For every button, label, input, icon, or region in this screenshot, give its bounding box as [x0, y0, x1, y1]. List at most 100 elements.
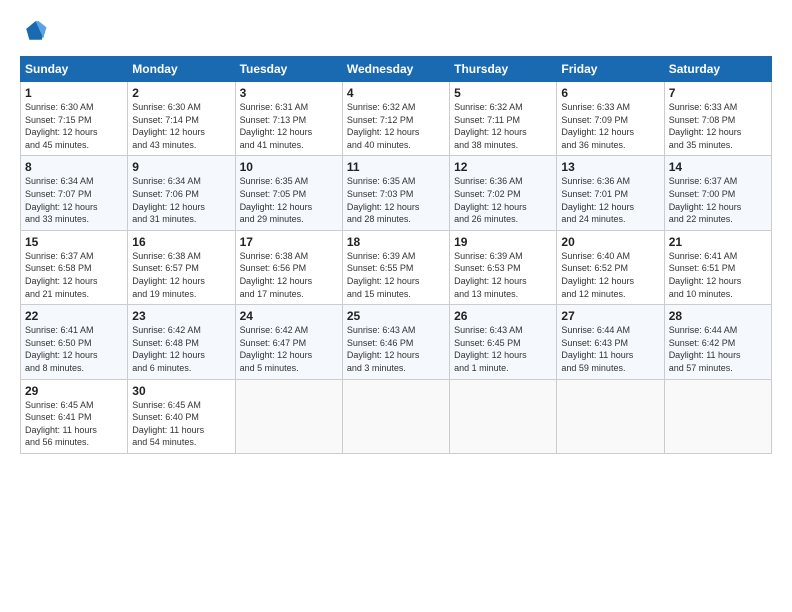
day-number: 6	[561, 86, 659, 100]
calendar-cell: 25Sunrise: 6:43 AM Sunset: 6:46 PM Dayli…	[342, 305, 449, 379]
day-number: 2	[132, 86, 230, 100]
day-number: 17	[240, 235, 338, 249]
day-info: Sunrise: 6:37 AM Sunset: 7:00 PM Dayligh…	[669, 175, 767, 225]
calendar-cell: 20Sunrise: 6:40 AM Sunset: 6:52 PM Dayli…	[557, 230, 664, 304]
day-number: 29	[25, 384, 123, 398]
calendar-cell: 2Sunrise: 6:30 AM Sunset: 7:14 PM Daylig…	[128, 82, 235, 156]
calendar-week-1: 1Sunrise: 6:30 AM Sunset: 7:15 PM Daylig…	[21, 82, 772, 156]
weekday-header-friday: Friday	[557, 57, 664, 82]
day-info: Sunrise: 6:45 AM Sunset: 6:41 PM Dayligh…	[25, 399, 123, 449]
day-info: Sunrise: 6:32 AM Sunset: 7:12 PM Dayligh…	[347, 101, 445, 151]
day-number: 1	[25, 86, 123, 100]
calendar-week-2: 8Sunrise: 6:34 AM Sunset: 7:07 PM Daylig…	[21, 156, 772, 230]
calendar-cell: 28Sunrise: 6:44 AM Sunset: 6:42 PM Dayli…	[664, 305, 771, 379]
day-info: Sunrise: 6:32 AM Sunset: 7:11 PM Dayligh…	[454, 101, 552, 151]
day-info: Sunrise: 6:33 AM Sunset: 7:09 PM Dayligh…	[561, 101, 659, 151]
day-info: Sunrise: 6:37 AM Sunset: 6:58 PM Dayligh…	[25, 250, 123, 300]
day-number: 19	[454, 235, 552, 249]
day-info: Sunrise: 6:45 AM Sunset: 6:40 PM Dayligh…	[132, 399, 230, 449]
day-number: 13	[561, 160, 659, 174]
day-number: 20	[561, 235, 659, 249]
calendar-cell: 12Sunrise: 6:36 AM Sunset: 7:02 PM Dayli…	[450, 156, 557, 230]
calendar-cell: 27Sunrise: 6:44 AM Sunset: 6:43 PM Dayli…	[557, 305, 664, 379]
weekday-header-tuesday: Tuesday	[235, 57, 342, 82]
calendar-body: 1Sunrise: 6:30 AM Sunset: 7:15 PM Daylig…	[21, 82, 772, 454]
day-info: Sunrise: 6:34 AM Sunset: 7:07 PM Dayligh…	[25, 175, 123, 225]
calendar-cell: 19Sunrise: 6:39 AM Sunset: 6:53 PM Dayli…	[450, 230, 557, 304]
calendar-cell	[235, 379, 342, 453]
day-info: Sunrise: 6:35 AM Sunset: 7:03 PM Dayligh…	[347, 175, 445, 225]
day-info: Sunrise: 6:30 AM Sunset: 7:15 PM Dayligh…	[25, 101, 123, 151]
day-info: Sunrise: 6:36 AM Sunset: 7:02 PM Dayligh…	[454, 175, 552, 225]
calendar-cell: 4Sunrise: 6:32 AM Sunset: 7:12 PM Daylig…	[342, 82, 449, 156]
day-info: Sunrise: 6:38 AM Sunset: 6:57 PM Dayligh…	[132, 250, 230, 300]
day-number: 26	[454, 309, 552, 323]
weekday-header-wednesday: Wednesday	[342, 57, 449, 82]
calendar-cell	[664, 379, 771, 453]
day-number: 7	[669, 86, 767, 100]
weekday-header-monday: Monday	[128, 57, 235, 82]
calendar-cell: 10Sunrise: 6:35 AM Sunset: 7:05 PM Dayli…	[235, 156, 342, 230]
calendar-cell: 3Sunrise: 6:31 AM Sunset: 7:13 PM Daylig…	[235, 82, 342, 156]
day-info: Sunrise: 6:30 AM Sunset: 7:14 PM Dayligh…	[132, 101, 230, 151]
calendar-cell	[450, 379, 557, 453]
day-info: Sunrise: 6:39 AM Sunset: 6:55 PM Dayligh…	[347, 250, 445, 300]
day-number: 5	[454, 86, 552, 100]
calendar-cell: 30Sunrise: 6:45 AM Sunset: 6:40 PM Dayli…	[128, 379, 235, 453]
calendar-cell: 9Sunrise: 6:34 AM Sunset: 7:06 PM Daylig…	[128, 156, 235, 230]
logo	[20, 18, 52, 46]
weekday-header-sunday: Sunday	[21, 57, 128, 82]
day-info: Sunrise: 6:42 AM Sunset: 6:48 PM Dayligh…	[132, 324, 230, 374]
day-info: Sunrise: 6:33 AM Sunset: 7:08 PM Dayligh…	[669, 101, 767, 151]
day-number: 23	[132, 309, 230, 323]
day-info: Sunrise: 6:41 AM Sunset: 6:51 PM Dayligh…	[669, 250, 767, 300]
calendar-cell: 17Sunrise: 6:38 AM Sunset: 6:56 PM Dayli…	[235, 230, 342, 304]
calendar-cell	[557, 379, 664, 453]
day-info: Sunrise: 6:43 AM Sunset: 6:46 PM Dayligh…	[347, 324, 445, 374]
day-number: 3	[240, 86, 338, 100]
calendar-week-5: 29Sunrise: 6:45 AM Sunset: 6:41 PM Dayli…	[21, 379, 772, 453]
day-number: 24	[240, 309, 338, 323]
calendar-cell: 7Sunrise: 6:33 AM Sunset: 7:08 PM Daylig…	[664, 82, 771, 156]
calendar-cell: 6Sunrise: 6:33 AM Sunset: 7:09 PM Daylig…	[557, 82, 664, 156]
calendar-cell: 29Sunrise: 6:45 AM Sunset: 6:41 PM Dayli…	[21, 379, 128, 453]
day-info: Sunrise: 6:44 AM Sunset: 6:43 PM Dayligh…	[561, 324, 659, 374]
calendar-cell: 21Sunrise: 6:41 AM Sunset: 6:51 PM Dayli…	[664, 230, 771, 304]
calendar-cell: 16Sunrise: 6:38 AM Sunset: 6:57 PM Dayli…	[128, 230, 235, 304]
day-info: Sunrise: 6:38 AM Sunset: 6:56 PM Dayligh…	[240, 250, 338, 300]
day-number: 14	[669, 160, 767, 174]
header	[20, 18, 772, 46]
day-number: 12	[454, 160, 552, 174]
day-number: 10	[240, 160, 338, 174]
day-number: 30	[132, 384, 230, 398]
calendar-cell: 5Sunrise: 6:32 AM Sunset: 7:11 PM Daylig…	[450, 82, 557, 156]
day-number: 18	[347, 235, 445, 249]
calendar-cell: 23Sunrise: 6:42 AM Sunset: 6:48 PM Dayli…	[128, 305, 235, 379]
calendar-cell: 15Sunrise: 6:37 AM Sunset: 6:58 PM Dayli…	[21, 230, 128, 304]
day-number: 4	[347, 86, 445, 100]
day-number: 15	[25, 235, 123, 249]
day-number: 8	[25, 160, 123, 174]
day-number: 16	[132, 235, 230, 249]
day-info: Sunrise: 6:42 AM Sunset: 6:47 PM Dayligh…	[240, 324, 338, 374]
calendar-cell: 14Sunrise: 6:37 AM Sunset: 7:00 PM Dayli…	[664, 156, 771, 230]
day-number: 25	[347, 309, 445, 323]
calendar-cell: 11Sunrise: 6:35 AM Sunset: 7:03 PM Dayli…	[342, 156, 449, 230]
calendar-cell: 8Sunrise: 6:34 AM Sunset: 7:07 PM Daylig…	[21, 156, 128, 230]
weekday-header-thursday: Thursday	[450, 57, 557, 82]
page: SundayMondayTuesdayWednesdayThursdayFrid…	[0, 0, 792, 464]
day-info: Sunrise: 6:34 AM Sunset: 7:06 PM Dayligh…	[132, 175, 230, 225]
day-info: Sunrise: 6:39 AM Sunset: 6:53 PM Dayligh…	[454, 250, 552, 300]
calendar-cell: 22Sunrise: 6:41 AM Sunset: 6:50 PM Dayli…	[21, 305, 128, 379]
day-info: Sunrise: 6:43 AM Sunset: 6:45 PM Dayligh…	[454, 324, 552, 374]
day-info: Sunrise: 6:44 AM Sunset: 6:42 PM Dayligh…	[669, 324, 767, 374]
logo-icon	[20, 18, 48, 46]
calendar-cell: 13Sunrise: 6:36 AM Sunset: 7:01 PM Dayli…	[557, 156, 664, 230]
weekday-header-row: SundayMondayTuesdayWednesdayThursdayFrid…	[21, 57, 772, 82]
day-info: Sunrise: 6:35 AM Sunset: 7:05 PM Dayligh…	[240, 175, 338, 225]
calendar-week-4: 22Sunrise: 6:41 AM Sunset: 6:50 PM Dayli…	[21, 305, 772, 379]
calendar-cell: 18Sunrise: 6:39 AM Sunset: 6:55 PM Dayli…	[342, 230, 449, 304]
calendar-week-3: 15Sunrise: 6:37 AM Sunset: 6:58 PM Dayli…	[21, 230, 772, 304]
calendar-cell	[342, 379, 449, 453]
day-info: Sunrise: 6:36 AM Sunset: 7:01 PM Dayligh…	[561, 175, 659, 225]
